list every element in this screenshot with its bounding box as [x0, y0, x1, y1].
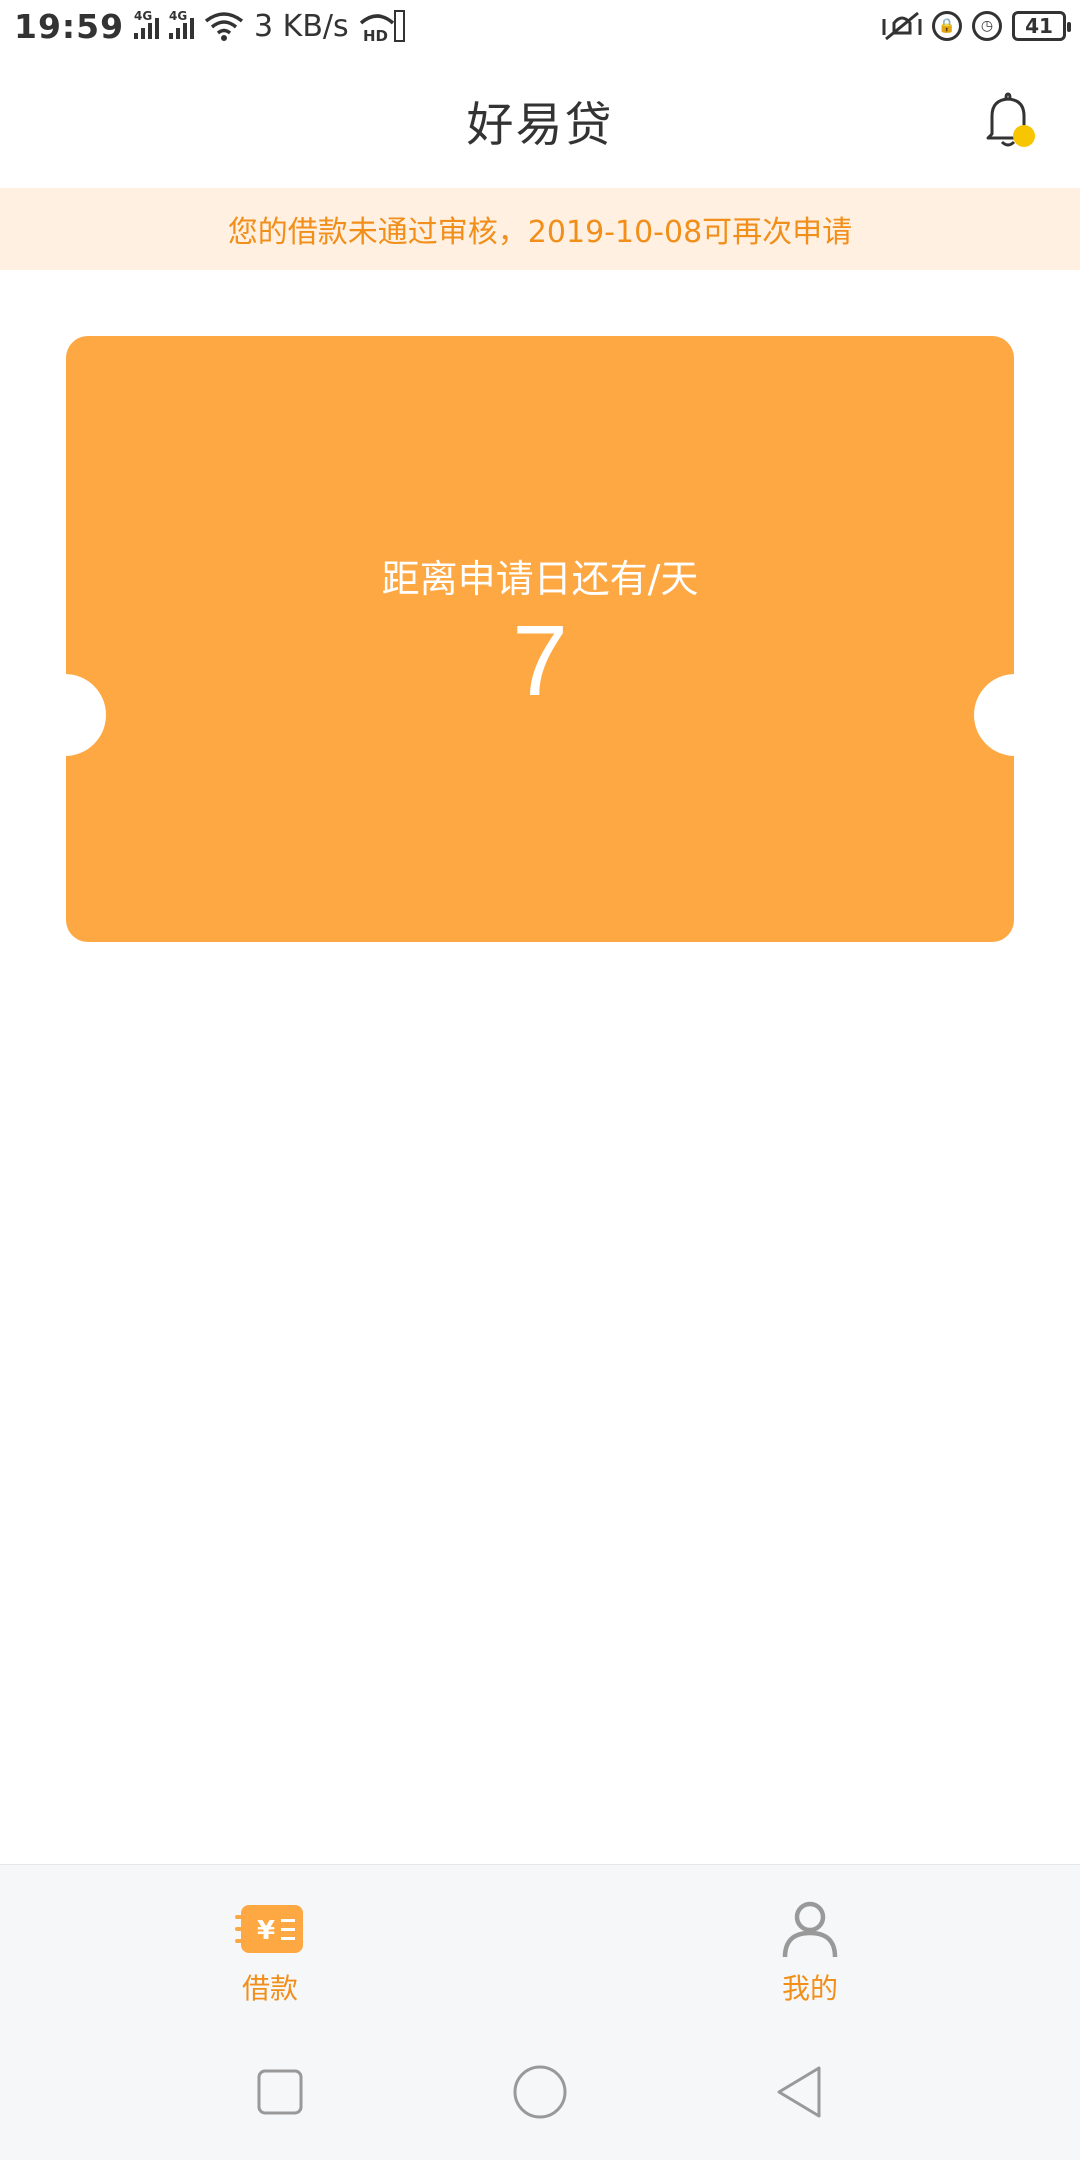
signal-type-label: 4G [169, 9, 188, 23]
page-title: 好易贷 [466, 97, 614, 153]
tab-loan-label: 借款 [241, 1972, 298, 2005]
days-remaining-value: 7 [512, 605, 568, 717]
days-remaining-label: 距离申请日还有/天 [381, 557, 699, 601]
countdown-ticket-card: 距离申请日还有/天 7 [24, 336, 1056, 942]
signal-type-label: 4G [134, 9, 153, 23]
circle-icon [513, 2065, 567, 2119]
status-right: 🔒 ◷ 41 [882, 9, 1071, 43]
wifi-icon [204, 12, 244, 41]
app-header: 好易贷 [0, 52, 1080, 188]
notification-badge [1013, 125, 1035, 147]
recent-apps-button[interactable] [250, 2062, 310, 2122]
status-left: 19:59 4G 4G 3 KB/s HD [14, 7, 405, 46]
vibrate-mute-icon [882, 11, 922, 41]
system-nav-bar [0, 2024, 1080, 2160]
alarm-icon: ◷ [972, 11, 1002, 41]
signal-icon: 4G [134, 9, 160, 39]
hd-label: HD [363, 27, 388, 43]
status-time: 19:59 [14, 6, 125, 46]
bottom-tab-bar: ¥ 借款 我的 [0, 1864, 1080, 2024]
triangle-back-icon [777, 2066, 821, 2118]
signal-icon: 4G [169, 9, 195, 39]
home-button[interactable] [510, 2062, 570, 2122]
tab-loan[interactable]: ¥ 借款 [0, 1865, 540, 2024]
svg-text:¥: ¥ [257, 1916, 275, 1946]
battery-level: 41 [1025, 14, 1053, 38]
notification-bell-icon[interactable] [980, 90, 1036, 150]
tab-mine-label: 我的 [781, 1972, 838, 2005]
status-bar: 19:59 4G 4G 3 KB/s HD 🔒 ◷ 41 [0, 0, 1080, 52]
battery-icon: 41 [1012, 11, 1071, 41]
lock-rotation-icon: 🔒 [932, 11, 962, 41]
notice-text: 您的借款未通过审核，2019-10-08可再次申请 [227, 215, 853, 250]
loan-yen-icon: ¥ [235, 1905, 303, 1953]
square-icon [257, 2069, 303, 2115]
person-icon [782, 1901, 838, 1957]
rejection-notice-bar: 您的借款未通过审核，2019-10-08可再次申请 [0, 188, 1080, 270]
tab-mine[interactable]: 我的 [540, 1865, 1080, 2024]
back-button[interactable] [770, 2062, 830, 2122]
hd-call-icon: HD [359, 10, 405, 43]
network-speed: 3 KB/s [254, 8, 349, 44]
